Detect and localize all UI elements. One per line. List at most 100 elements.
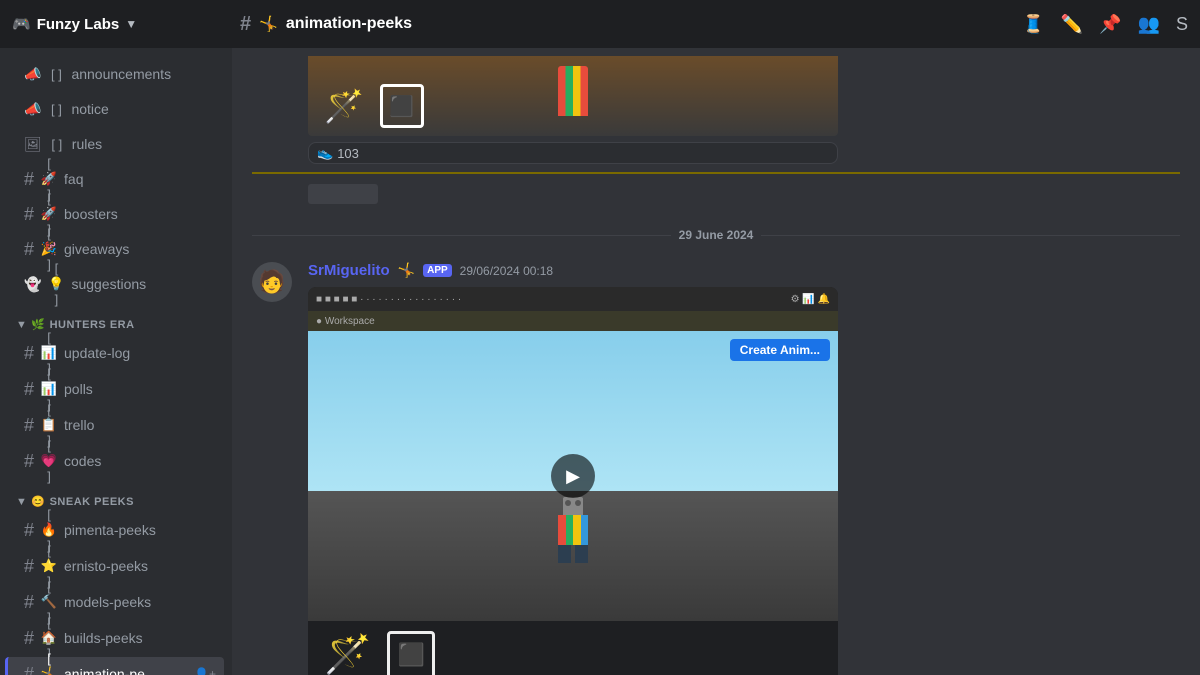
message-body: 🪄 ⬛ 👟 103 [308, 56, 838, 164]
add-member-icon[interactable]: 👤+ [194, 667, 216, 675]
edit-icon[interactable]: ✏️ [1061, 14, 1083, 35]
channel-label: polls [64, 381, 93, 397]
bracket-icon: [ 🤸 ] [40, 651, 58, 675]
sidebar-item-polls[interactable]: # [ 📊 ] polls [8, 372, 224, 406]
hash-icon: # [24, 204, 34, 225]
sidebar: 📣 [ ] announcements 📣 [ ] notice 🖼 [ ] r… [0, 48, 232, 675]
channel-label: notice [71, 101, 108, 117]
studio-toolbar-text: ■ ■ ■ ■ ■ · · · · · · · · · · · · · · · … [316, 294, 461, 305]
message-body-srmiguelito: SrMiguelito 🤸 APP 29/06/2024 00:18 ■ ■ ■… [308, 262, 1180, 675]
channel-label: animation-pe... [64, 666, 157, 675]
channel-label: pimenta-peeks [64, 522, 156, 538]
sidebar-item-trello[interactable]: # [ 📋 ] trello [8, 408, 224, 442]
body-seg2 [566, 515, 574, 545]
sidebar-item-codes[interactable]: # [ 💗 ] codes [8, 444, 224, 478]
section-sneak-peeks[interactable]: ▼ 😊 SNEAK PEEKS [0, 479, 232, 512]
sidebar-item-animation-peeks[interactable]: # [ 🤸 ] animation-pe... 👤+ [5, 657, 224, 675]
sidebar-item-builds-peeks[interactable]: # [ 🏠 ] builds-peeks [8, 621, 224, 655]
hash-icon: # [24, 415, 34, 436]
separator-line-left [252, 235, 671, 236]
timestamp-label: 29/06/2024 00:18 [460, 264, 553, 278]
date-separator: 29 June 2024 [232, 212, 1200, 258]
sidebar-item-update-log[interactable]: # [ 📊 ] update-log [8, 336, 224, 370]
section-hunters-era[interactable]: ▼ 🌿 HUNTERS ERA [0, 302, 232, 335]
hash-icon: # [24, 520, 34, 541]
hash-icon: # [24, 592, 34, 613]
sidebar-item-giveaways[interactable]: # [ 🎉 ] giveaways [8, 232, 224, 266]
channel-label: update-log [64, 345, 130, 361]
main-layout: 📣 [ ] announcements 📣 [ ] notice 🖼 [ ] r… [0, 48, 1200, 675]
search-icon[interactable]: S [1176, 14, 1188, 35]
body-seg4 [581, 515, 589, 545]
video-partial-top: 🪄 ⬛ [308, 56, 838, 136]
server-icon: 🎮 [12, 15, 31, 33]
sidebar-item-pimenta-peeks[interactable]: # [ 🔥 ] pimenta-peeks [8, 513, 224, 547]
char-body [558, 515, 588, 545]
bracket-icon: [ ] [47, 102, 65, 117]
bracket-icon: [ ] [47, 67, 65, 82]
channel-label: boosters [64, 206, 118, 222]
pin-icon[interactable]: 📌 [1099, 14, 1121, 35]
video-main-area: Create Anim... [308, 331, 838, 621]
channel-label: models-peeks [64, 594, 151, 610]
breadcrumb-text: ● Workspace [316, 316, 375, 327]
date-separator-text: 29 June 2024 [679, 228, 754, 242]
channel-hash-icon: # [240, 13, 251, 36]
avatar-srmiguelito: 🧑 [252, 262, 292, 302]
studio-right-icons: ⚙ 📊 🔔 [791, 294, 830, 305]
channel-emoji-icon: 🤸 [259, 15, 278, 33]
sidebar-item-notice[interactable]: 📣 [ ] notice [8, 92, 224, 126]
hash-icon: # [24, 239, 34, 260]
video-topbar: ■ ■ ■ ■ ■ · · · · · · · · · · · · · · · … [308, 287, 838, 311]
messages-list: 🪄 ⬛ 👟 103 [232, 48, 1200, 675]
char-eye-left [565, 500, 571, 506]
channel-label: giveaways [64, 241, 129, 257]
server-name[interactable]: 🎮 Funzy Labs ▼ [12, 15, 232, 33]
bracket-icon: [ 💡 ] [47, 261, 65, 307]
roblox-character [558, 497, 588, 563]
body-seg3 [573, 515, 581, 545]
megaphone-icon: 📣 [24, 101, 41, 118]
thread-icon[interactable]: 🧵 [1022, 14, 1044, 35]
channel-label: faq [64, 171, 83, 187]
divider-input-area [232, 182, 1200, 212]
bracket-icon: [ ] [48, 137, 66, 152]
avatar-emoji: 🧑 [258, 269, 285, 295]
channel-label: rules [72, 136, 102, 152]
sidebar-item-announcements[interactable]: 📣 [ ] announcements [8, 57, 224, 91]
sidebar-item-ernisto-peeks[interactable]: # [ ⭐ ] ernisto-peeks [8, 549, 224, 583]
video-footer: 🪄 ⬛ [308, 621, 838, 675]
members-icon[interactable]: 👥 [1138, 14, 1160, 35]
char-leg-right [575, 545, 588, 563]
message-header: SrMiguelito 🤸 APP 29/06/2024 00:18 [308, 262, 1180, 279]
message-srmiguelito: 🧑 SrMiguelito 🤸 APP 29/06/2024 00:18 [232, 258, 1200, 675]
channel-label: suggestions [71, 276, 146, 292]
arrow-icon: ▼ [16, 319, 27, 331]
title-bar: 🎮 Funzy Labs ▼ # 🤸 animation-peeks 🧵 ✏️ … [0, 0, 1200, 48]
play-button[interactable]: ▶ [551, 454, 595, 498]
char-legs [558, 545, 588, 563]
message-row: 🪄 ⬛ 👟 103 [252, 56, 1180, 164]
body-seg1 [558, 515, 566, 545]
ghost-icon: 👻 [24, 276, 41, 293]
rules-icon: 🖼 [24, 136, 42, 153]
reaction-shoe-103[interactable]: 👟 103 [308, 142, 838, 164]
badge-emoji: 🤸 [398, 262, 415, 279]
channel-header: # 🤸 animation-peeks [240, 13, 1014, 36]
snake-wand-icon: 🪄 [324, 636, 371, 674]
char-eye-right [575, 500, 581, 506]
cube-box-icon: ⬛ [387, 631, 435, 675]
sidebar-item-suggestions[interactable]: 👻 [ 💡 ] suggestions [8, 267, 224, 301]
chevron-down-icon: ▼ [125, 17, 137, 31]
hash-icon: # [24, 343, 34, 364]
create-anim-label: Create Anim... [740, 343, 820, 357]
create-anim-button[interactable]: Create Anim... [730, 339, 830, 361]
separator-line-right [761, 235, 1180, 236]
hash-icon: # [24, 664, 34, 675]
reaction-count: 103 [337, 146, 359, 161]
sidebar-item-models-peeks[interactable]: # [ 🔨 ] models-peeks [8, 585, 224, 619]
bracket-icon: [ 💗 ] [40, 438, 58, 484]
cube-logo-icon: ⬛ [380, 84, 424, 128]
char-head [563, 497, 583, 515]
hash-icon: # [24, 628, 34, 649]
